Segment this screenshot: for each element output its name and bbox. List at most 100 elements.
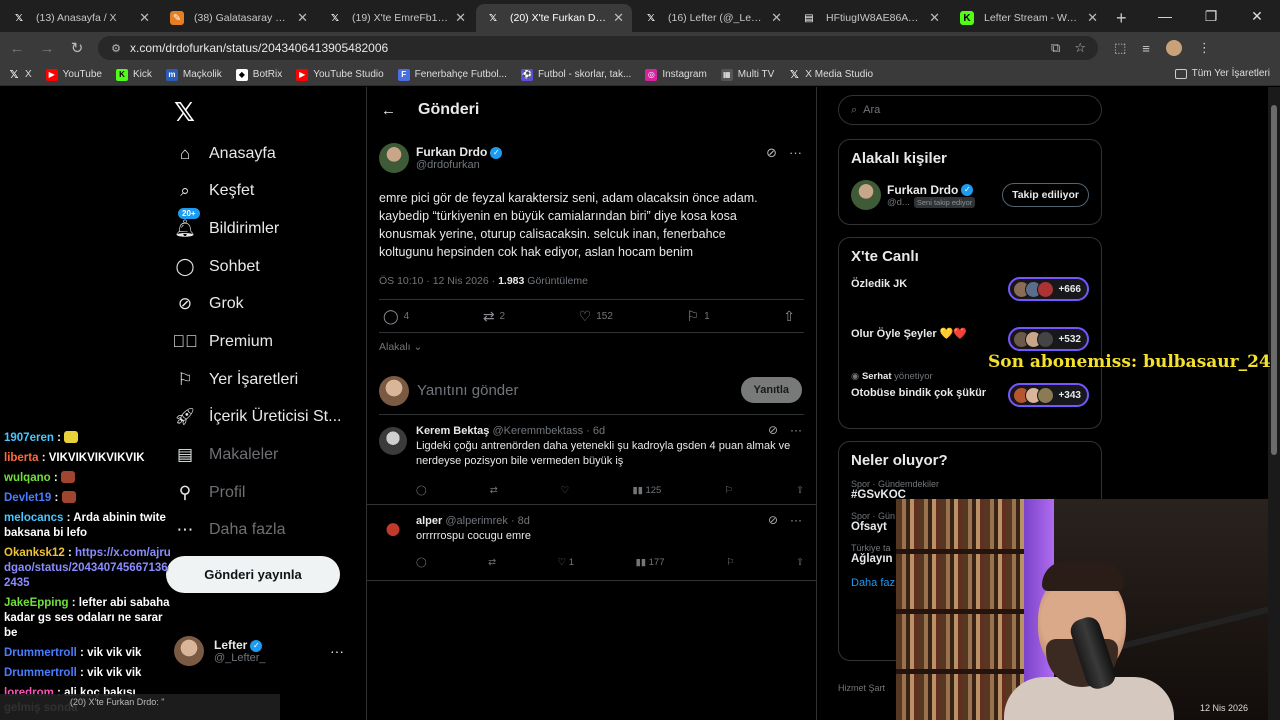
bookmark-botrix[interactable]: ◆ BotRix — [235, 68, 282, 81]
nav-bookmarks[interactable]: ⚐ Yer İşaretleri — [174, 365, 298, 395]
live-participants[interactable]: +532 — [1008, 327, 1089, 351]
more-dots-icon[interactable]: ··· — [789, 145, 802, 161]
bookmark-icon[interactable]: ⚐ — [726, 557, 735, 568]
bookmark-fenerbahce[interactable]: F Fenerbahçe Futbol... — [397, 68, 507, 81]
tab-close-icon[interactable]: ✕ — [929, 10, 940, 26]
more-dots-icon[interactable]: ··· — [790, 513, 802, 527]
tab-close-icon[interactable]: ✕ — [297, 10, 308, 26]
profile-avatar[interactable] — [1165, 40, 1182, 56]
nav-premium[interactable]: ✓⃝ Premium — [172, 327, 273, 357]
like-action[interactable]: ♡ 1 — [558, 557, 574, 568]
views-action[interactable]: ▮▮ 125 — [632, 485, 661, 496]
views-action[interactable]: ▮▮ 177 — [636, 557, 665, 568]
bookmark-instagram[interactable]: ◎ Instagram — [645, 68, 707, 81]
media-control-icon[interactable]: ≡ — [1142, 41, 1150, 56]
trend-item[interactable]: Spor · Gündemdekiler #GSvKOC — [851, 479, 1089, 501]
url-text[interactable]: x.com/drdofurkan/status/2043406413905482… — [130, 41, 1051, 55]
bookmark-action[interactable]: ⚐ 1 — [687, 308, 710, 325]
bookmark-x-media-studio[interactable]: 𝕏 X Media Studio — [788, 69, 873, 81]
related-person[interactable]: Furkan Drdo ✓ @d... Seni takip ediyor Taki… — [851, 179, 1089, 211]
reply-icon[interactable]: ◯ — [416, 485, 427, 496]
person-name[interactable]: Furkan Drdo — [887, 183, 958, 197]
tweet-timestamp[interactable]: ÖS 10:10 · 12 Nis 2026 · — [379, 275, 498, 287]
heart-icon[interactable]: ♡ — [561, 485, 570, 496]
more-dots-icon[interactable]: ··· — [790, 423, 802, 437]
bookmark-futbol[interactable]: ⚽ Futbol - skorlar, tak... — [520, 68, 631, 81]
nav-profile[interactable]: ⚲ Profil — [174, 478, 246, 508]
retweet-action[interactable]: ⇄ 2 — [483, 308, 505, 325]
search-input[interactable]: ⌕ Ara — [838, 95, 1102, 125]
nav-articles[interactable]: ▤ Makaleler — [174, 440, 278, 470]
post-button[interactable]: Gönderi yayınla — [166, 556, 340, 593]
avatar[interactable] — [379, 143, 409, 173]
reply-author-name[interactable]: Kerem Bektaş — [416, 425, 489, 437]
browser-tab-active[interactable]: 𝕏 (20) X'te Furkan Drdo: "er ✕ — [476, 4, 632, 32]
avatar[interactable] — [851, 180, 881, 210]
live-space[interactable]: Özledik JK +666 — [851, 277, 1089, 307]
scrollbar-thumb[interactable] — [1271, 105, 1277, 455]
nav-home[interactable]: ⌂ Anasayfa — [174, 139, 276, 169]
author-handle[interactable]: @drdofurkan — [416, 159, 502, 171]
nav-notifications[interactable]: 🔔︎ 20+ Bildirimler — [174, 208, 279, 244]
browser-tab[interactable]: K Lefter Stream - Watch Liv ✕ — [950, 4, 1106, 32]
bookmark-youtube-studio[interactable]: ▶ YouTube Studio — [296, 68, 384, 81]
forward-icon[interactable]: → — [34, 35, 60, 61]
tab-close-icon[interactable]: ✕ — [613, 10, 624, 26]
nav-more[interactable]: ⋯ Daha fazla — [174, 515, 286, 545]
bookmark-youtube[interactable]: ▶ YouTube — [45, 68, 102, 81]
tab-close-icon[interactable]: ✕ — [139, 10, 150, 26]
following-button[interactable]: Takip ediliyor — [1002, 183, 1089, 207]
nav-chat[interactable]: ◯ Sohbet — [174, 252, 259, 282]
avatar[interactable] — [379, 517, 407, 545]
live-participants[interactable]: +343 — [1008, 383, 1089, 407]
extensions-icon[interactable]: ⬚ — [1114, 40, 1126, 56]
share-icon[interactable]: ⇧ — [796, 485, 804, 496]
bookmark-x[interactable]: 𝕏X — [8, 69, 32, 81]
bookmark-kick[interactable]: K Kick — [115, 68, 152, 81]
tab-close-icon[interactable]: ✕ — [455, 10, 466, 26]
reply-icon[interactable]: ◯ — [416, 557, 427, 568]
browser-menu-icon[interactable]: ⋮ — [1198, 40, 1211, 56]
retweet-icon[interactable]: ⇄ — [490, 485, 498, 496]
grok-icon[interactable]: ⊘ — [768, 423, 778, 437]
nav-grok[interactable]: ⊘ Grok — [174, 289, 244, 319]
share-icon[interactable]: ⇧ — [796, 557, 804, 568]
browser-tab[interactable]: ✎ (38) Galatasaray Sözlük ✕ — [160, 4, 316, 32]
browser-tab[interactable]: 𝕏 (13) Anasayfa / X ✕ — [2, 4, 158, 32]
back-arrow-icon[interactable]: ← — [381, 102, 396, 119]
reply-tweet[interactable]: ⊘ ··· Kerem Bektaş @Keremmbektass · 6d Li… — [367, 415, 816, 505]
reply-button[interactable]: Yanıtla — [740, 377, 802, 403]
sort-replies-dropdown[interactable]: Alakalı ⌄ — [379, 341, 804, 353]
reply-tweet[interactable]: ⊘ ··· alper @alperimrek · 8d orrrrrospu c… — [367, 505, 816, 581]
grok-icon[interactable]: ⊘ — [766, 145, 777, 161]
bookmark-mackolik[interactable]: m Maçkolik — [165, 68, 222, 81]
more-dots-icon[interactable]: ··· — [330, 643, 344, 659]
tab-close-icon[interactable]: ✕ — [1087, 10, 1098, 26]
tab-close-icon[interactable]: ✕ — [771, 10, 782, 26]
all-bookmarks[interactable]: Tüm Yer İşaretleri — [1174, 68, 1270, 79]
like-action[interactable]: ♡ 152 — [579, 308, 613, 325]
new-tab-icon[interactable]: + — [1116, 4, 1127, 32]
reply-author-handle[interactable]: @Keremmbektass — [492, 425, 583, 437]
nav-explore[interactable]: ⌕ Keşfet — [174, 176, 254, 206]
reply-author-name[interactable]: alper — [416, 515, 442, 527]
account-switcher[interactable]: Lefter ✓ @_Lefter_ ··· — [174, 631, 354, 671]
reply-author-handle[interactable]: @alperimrek — [445, 515, 508, 527]
url-bar[interactable]: ⚙ x.com/drdofurkan/status/20434064139054… — [98, 36, 1098, 60]
nav-creator-studio[interactable]: 🚀︎ İçerik Üreticisi St... — [174, 402, 341, 432]
bookmark-star-icon[interactable]: ☆ — [1074, 40, 1086, 56]
avatar[interactable] — [379, 427, 407, 455]
page-scrollbar[interactable] — [1268, 87, 1280, 720]
share-action[interactable]: ⇧ — [783, 308, 800, 325]
grok-icon[interactable]: ⊘ — [768, 513, 778, 527]
bookmark-multitv[interactable]: ▦ Multi TV — [720, 68, 774, 81]
bookmark-icon[interactable]: ⚐ — [724, 485, 733, 496]
live-participants[interactable]: +666 — [1008, 277, 1089, 301]
install-app-icon[interactable]: ⧉ — [1051, 40, 1060, 56]
close-window-icon[interactable]: ✕ — [1234, 0, 1280, 32]
retweet-icon[interactable]: ⇄ — [488, 557, 496, 568]
reply-action[interactable]: ◯ 4 — [383, 308, 409, 325]
reply-input[interactable]: Yanıtını gönder — [417, 382, 518, 399]
back-icon[interactable]: ← — [4, 35, 30, 61]
browser-tab[interactable]: 𝕏 (19) X'te EmreFb1907: "K ✕ — [318, 4, 474, 32]
